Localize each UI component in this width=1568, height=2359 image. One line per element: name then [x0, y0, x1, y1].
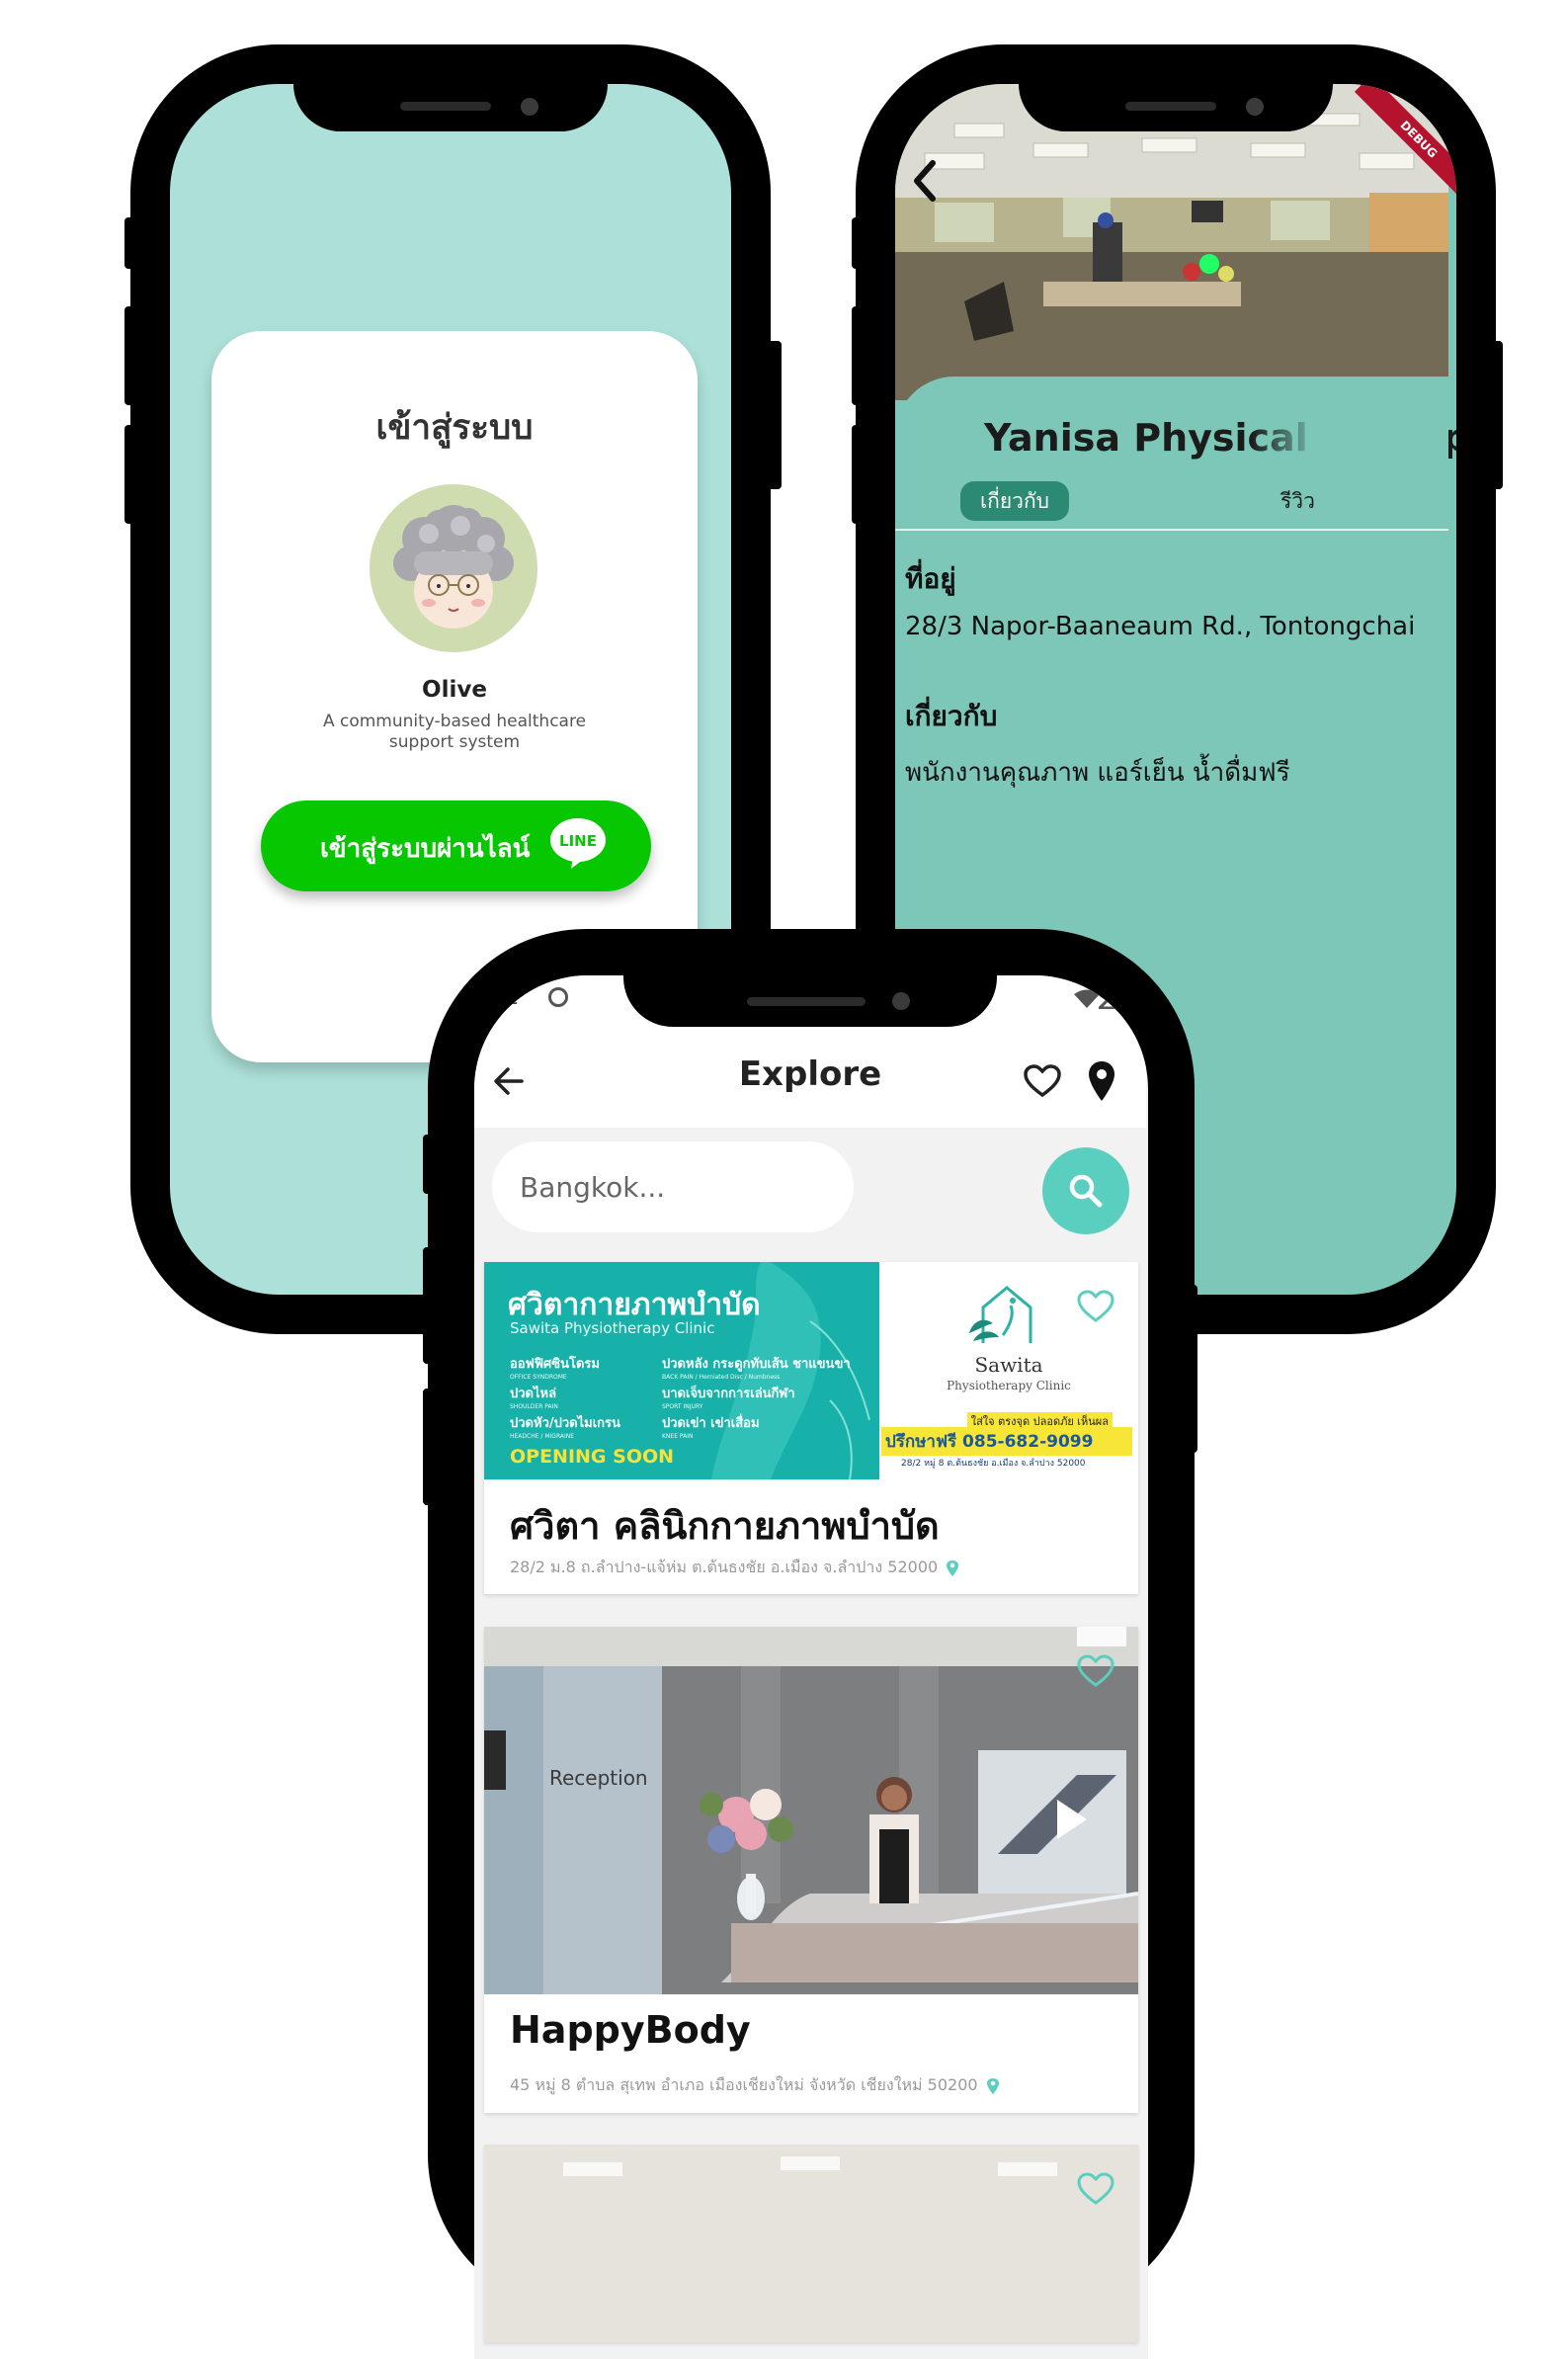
card-address-text: 45 หมู่ 8 ตำบล สุเทพ อำเภอ เมืองเชียงใหม…: [510, 2075, 978, 2094]
notch: [293, 84, 608, 131]
card-address: 28/2 ม.8 ถ.ลำปาง-แจ้ห่ม ต.ต้นธงชัย อ.เมื…: [510, 1556, 959, 1580]
clinic-card[interactable]: [484, 2145, 1138, 2342]
reception-sign-text: Reception: [549, 1766, 648, 1790]
banner-heading-en: Sawita Physiotherapy Clinic: [510, 1319, 715, 1337]
about-heading: เกี่ยวกับ: [905, 700, 998, 732]
favorites-heart-icon[interactable]: [1024, 1064, 1061, 1098]
location-pin-icon: [947, 1559, 959, 1576]
card-title: ศวิตา คลินิกกายภาพบำบัด: [510, 1504, 940, 1548]
search-input[interactable]: [492, 1141, 854, 1232]
user-name: Olive: [422, 677, 487, 703]
tab-review[interactable]: รีวิว: [1280, 485, 1315, 518]
line-login-button[interactable]: เข้าสู่ระบบผ่านไลน์ LINE: [261, 800, 651, 891]
app-tagline: A community-based healthcare support sys…: [322, 712, 587, 752]
tab-divider: [895, 529, 1448, 531]
clinic-banner: ศวิตากายภาพบำบัด Sawita Physiotherapy Cl…: [484, 1262, 1138, 1479]
status-time: 9:01: [474, 985, 519, 1009]
line-logo-text: LINE: [559, 832, 597, 850]
speaker: [400, 102, 491, 111]
favorite-heart-icon[interactable]: [1077, 1654, 1114, 1688]
service-item: ปวดเข่า เข่าเสื่อม KNEE PAIN: [662, 1416, 760, 1440]
clinic-card[interactable]: Reception HappyBody 45 หมู่ 8 ตำบล สุเทพ…: [484, 1627, 1138, 2113]
search-area: [474, 1128, 1146, 1246]
explore-screen: 9:01 Explore Bangkok... ศวิตากายภาพบำบัด…: [474, 975, 1148, 2359]
status-bar-text: 2 ◎: [905, 89, 935, 108]
sawita-logo-icon: [969, 1286, 1032, 1343]
explore-phone-frame: 9:01 Explore Bangkok... ศวิตากายภาพบำบัด…: [428, 929, 1195, 2359]
title-fade: [1251, 416, 1448, 465]
speaker: [1125, 102, 1216, 111]
banner-address: 28/2 หมู่ 8 ต.ต้นธงชัย อ.เมือง จ.ลำปาง 5…: [901, 1459, 1086, 1469]
address-heading: ที่อยู่: [905, 562, 956, 595]
notch: [623, 975, 997, 1027]
status-at-icon: [548, 987, 568, 1007]
wifi-icon: [1074, 989, 1100, 1008]
banner-opening: OPENING SOON: [510, 1446, 675, 1468]
card-title: HappyBody: [510, 2008, 751, 2052]
clinic-card[interactable]: ศวิตากายภาพบำบัด Sawita Physiotherapy Cl…: [484, 1262, 1138, 1594]
service-item: บาดเจ็บจากการเล่นกีฬา SPORT INJURY: [662, 1387, 795, 1410]
notch: [1019, 84, 1333, 131]
clinic-photo: [895, 84, 1448, 400]
location-pin-icon[interactable]: [1087, 1060, 1116, 1102]
line-login-label: เข้าสู่ระบบผ่านไลน์: [320, 834, 531, 864]
about-text: พนักงานคุณภาพ แอร์เย็น น้ำดื่มฟรี: [905, 758, 1290, 788]
service-item: ออฟฟิศซินโดรม OFFICE SYNDROME: [510, 1357, 600, 1381]
favorite-heart-icon[interactable]: [1077, 2172, 1114, 2206]
logo-sub: Physiotherapy Clinic: [947, 1379, 1071, 1392]
signal-icon: [1099, 987, 1120, 1009]
service-item: ปวดหัว/ปวดไมเกรน HEADCHE / MIGRAINE: [510, 1416, 620, 1440]
front-camera: [521, 98, 538, 116]
banner-left: ศวิตากายภาพบำบัด Sawita Physiotherapy Cl…: [484, 1262, 879, 1479]
favorite-heart-icon[interactable]: [1077, 1290, 1114, 1323]
service-item: ปวดหลัง กระดูกทับเส้น ชาแขนขา BACK PAIN /…: [662, 1357, 851, 1381]
location-pin-icon: [986, 2077, 999, 2094]
clinic-photo: Reception: [484, 1627, 1138, 1994]
service-item: ปวดไหล่ SHOULDER PAIN: [510, 1387, 558, 1410]
card-address-text: 28/2 ม.8 ถ.ลำปาง-แจ้ห่ม ต.ต้นธงชัย อ.เมื…: [510, 1558, 939, 1576]
address-text: 28/3 Napor-Baaneaum Rd., Tontongchai: [905, 612, 1416, 641]
explore-header: Explore: [474, 1035, 1146, 1128]
tab-about[interactable]: เกี่ยวกับ: [960, 481, 1069, 521]
card-address: 45 หมู่ 8 ตำบล สุเทพ อำเภอ เมืองเชียงใหม…: [510, 2073, 1000, 2098]
speaker: [747, 997, 866, 1006]
front-camera: [892, 992, 910, 1010]
front-camera: [1246, 98, 1264, 116]
logo-name: Sawita: [974, 1353, 1043, 1377]
back-chevron-icon[interactable]: [905, 153, 945, 212]
search-icon: [1069, 1174, 1103, 1208]
line-logo-icon: LINE: [549, 816, 607, 870]
avatar: [370, 484, 537, 652]
banner-phone: ปรึกษาฟรี 085-682-9099: [881, 1427, 1132, 1456]
clinic-photo: [484, 2145, 1138, 2342]
search-button[interactable]: [1042, 1147, 1129, 1234]
login-title: เข้าสู่ระบบ: [375, 408, 534, 448]
